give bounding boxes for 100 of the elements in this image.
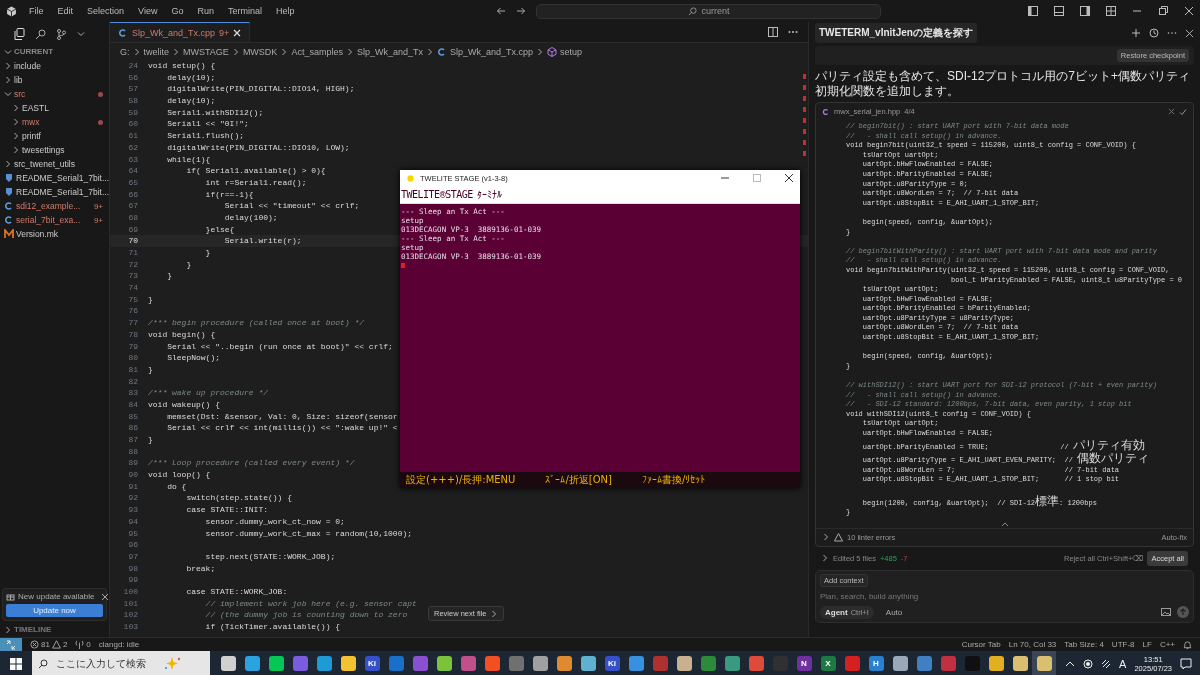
bell-icon[interactable]	[1183, 639, 1192, 650]
search-icon	[688, 6, 698, 16]
section-header[interactable]: TIMELINE	[14, 625, 52, 634]
breadcrumb[interactable]: twelite	[143, 47, 170, 57]
command-center[interactable]: current	[536, 3, 882, 19]
tree-item[interactable]: serial_7bit_exa... 9+	[0, 213, 109, 227]
target-icon[interactable]	[1083, 658, 1094, 669]
menu-item[interactable]: Run	[195, 6, 216, 16]
tree-item[interactable]: EASTL	[0, 101, 109, 115]
editor-tab[interactable]: Slp_Wk_and_Tx.cpp 9+	[110, 22, 251, 42]
close-icon[interactable]	[1184, 6, 1194, 16]
split-editor-icon[interactable]	[768, 27, 778, 37]
tree-item[interactable]: README_Serial1_7bit...	[0, 185, 109, 199]
tree-item[interactable]: twesettings	[0, 143, 109, 157]
taskbar-app-icon[interactable]: Ki	[360, 651, 384, 675]
taskbar-app-icon[interactable]: X	[816, 651, 840, 675]
menu-item[interactable]: Terminal	[225, 6, 264, 16]
search-icon[interactable]	[35, 28, 46, 40]
tree-item[interactable]: src	[0, 87, 109, 101]
files-icon[interactable]	[14, 28, 25, 40]
code-line: }	[166, 270, 172, 283]
menu-item[interactable]: Selection	[85, 6, 127, 16]
close-icon[interactable]	[100, 592, 109, 601]
section-header[interactable]: CURRENT	[14, 47, 54, 56]
line-number: 56	[127, 71, 139, 84]
menu-item[interactable]: File	[27, 6, 46, 16]
taskbar-app-icon[interactable]: H	[864, 651, 888, 675]
code-line: delay(10);	[166, 95, 216, 107]
menu-item[interactable]: Edit	[55, 6, 76, 16]
code-line: }	[148, 293, 153, 306]
breadcrumb[interactable]: G:	[120, 47, 130, 57]
port-count[interactable]: 0	[86, 640, 91, 649]
panel-layout-icon[interactable]	[1054, 6, 1064, 16]
line-number: 95	[127, 527, 139, 540]
line-number: 97	[127, 550, 139, 563]
line-number: 98	[127, 562, 139, 575]
menu-item[interactable]: Help	[273, 6, 297, 16]
tree-item[interactable]: sdi12_example... 9+	[0, 199, 109, 213]
windows-start-icon[interactable]	[10, 657, 22, 670]
forward-arrow-icon[interactable]	[516, 6, 527, 16]
error-count[interactable]: 81	[41, 640, 50, 649]
line-number: 102	[122, 609, 139, 621]
breadcrumb[interactable]: MWSDK	[242, 47, 278, 57]
breadcrumb[interactable]: Slp_Wk_and_Tx.cpp	[449, 47, 533, 57]
ime-indicator[interactable]: A	[1119, 657, 1127, 670]
close-icon[interactable]	[784, 173, 794, 183]
secondary-sidebar-icon[interactable]	[1080, 6, 1090, 16]
close-icon[interactable]	[1185, 28, 1194, 38]
sidebar-layout-icon[interactable]	[1028, 6, 1038, 16]
status-item[interactable]: Tab Size: 4	[1064, 640, 1104, 649]
chat-tab[interactable]: TWETERM_vInitJenの定義を探す	[815, 23, 977, 43]
tree-item[interactable]: lib	[0, 73, 109, 87]
error-icon	[30, 640, 39, 649]
breadcrumb[interactable]: MWSTAGE	[183, 47, 229, 57]
check-icon[interactable]	[1179, 107, 1187, 116]
status-item[interactable]: UTF-8	[1111, 640, 1135, 649]
tree-item[interactable]: README_Serial1_7bit...	[0, 171, 109, 185]
update-button[interactable]: Update now	[6, 604, 103, 617]
history-icon[interactable]	[1149, 28, 1159, 38]
grid-layout-icon[interactable]	[1106, 6, 1116, 16]
menu-item[interactable]: View	[136, 6, 160, 16]
back-arrow-icon[interactable]	[496, 6, 507, 16]
modified-dot	[98, 91, 103, 97]
image-icon[interactable]	[1161, 607, 1171, 618]
status-item[interactable]: LF	[1142, 640, 1152, 649]
status-item[interactable]: C++	[1159, 640, 1175, 649]
taskbar-app-icon[interactable]: Ki	[600, 651, 624, 675]
tree-item[interactable]: include	[0, 59, 109, 73]
line-number: 67	[127, 200, 139, 212]
code-line: Serial << "..begin (run once at boot)" << crlf;	[166, 340, 393, 353]
collapse-icon[interactable]	[1000, 520, 1009, 527]
function-key-label[interactable]: 設定(+++)/長押:MENU	[406, 473, 516, 487]
status-item[interactable]: Ln 70, Col 33	[1008, 640, 1057, 649]
breadcrumb[interactable]: Slp_Wk_and_Tx	[356, 47, 423, 57]
model-selector[interactable]: Auto	[879, 606, 909, 618]
tree-item[interactable]: src_twenet_utils	[0, 157, 109, 171]
breadcrumb[interactable]: setup	[560, 47, 583, 57]
plus-icon[interactable]	[1131, 28, 1141, 38]
status-item[interactable]: Cursor Tab	[961, 640, 1001, 649]
warning-count[interactable]: 2	[62, 640, 68, 649]
line-number: 68	[127, 211, 139, 224]
line-number: 92	[127, 492, 139, 505]
tree-item[interactable]: Version.mk	[0, 227, 109, 241]
function-key-label[interactable]: ﾌｧｰﾑ書換/ﾘｾｯﾄ	[641, 473, 706, 487]
menu-item[interactable]: Go	[169, 6, 186, 16]
chevron-icon	[536, 48, 544, 56]
notification-icon[interactable]	[1180, 657, 1192, 670]
search-input[interactable]: ここに入力して検索	[54, 657, 158, 670]
link-icon[interactable]	[1101, 658, 1112, 669]
tree-item[interactable]: mwx	[0, 115, 109, 129]
function-key-label[interactable]: ｽﾞｰﾑ/折返[ON]	[545, 473, 612, 487]
source-control-icon[interactable]	[56, 28, 67, 40]
taskbar-app-icon[interactable]: N	[792, 651, 816, 675]
taskbar-search-box[interactable]: ここに入力して検索	[32, 651, 210, 675]
chat-input[interactable]: Plan, search, build anything	[820, 591, 1189, 601]
language-server-status[interactable]: clangd: idle	[98, 640, 140, 649]
tree-item[interactable]: printf	[0, 129, 109, 143]
restore-icon[interactable]	[1158, 6, 1168, 16]
breadcrumb[interactable]: Act_samples	[291, 47, 343, 57]
taskbar-app-icon[interactable]	[1032, 651, 1056, 675]
